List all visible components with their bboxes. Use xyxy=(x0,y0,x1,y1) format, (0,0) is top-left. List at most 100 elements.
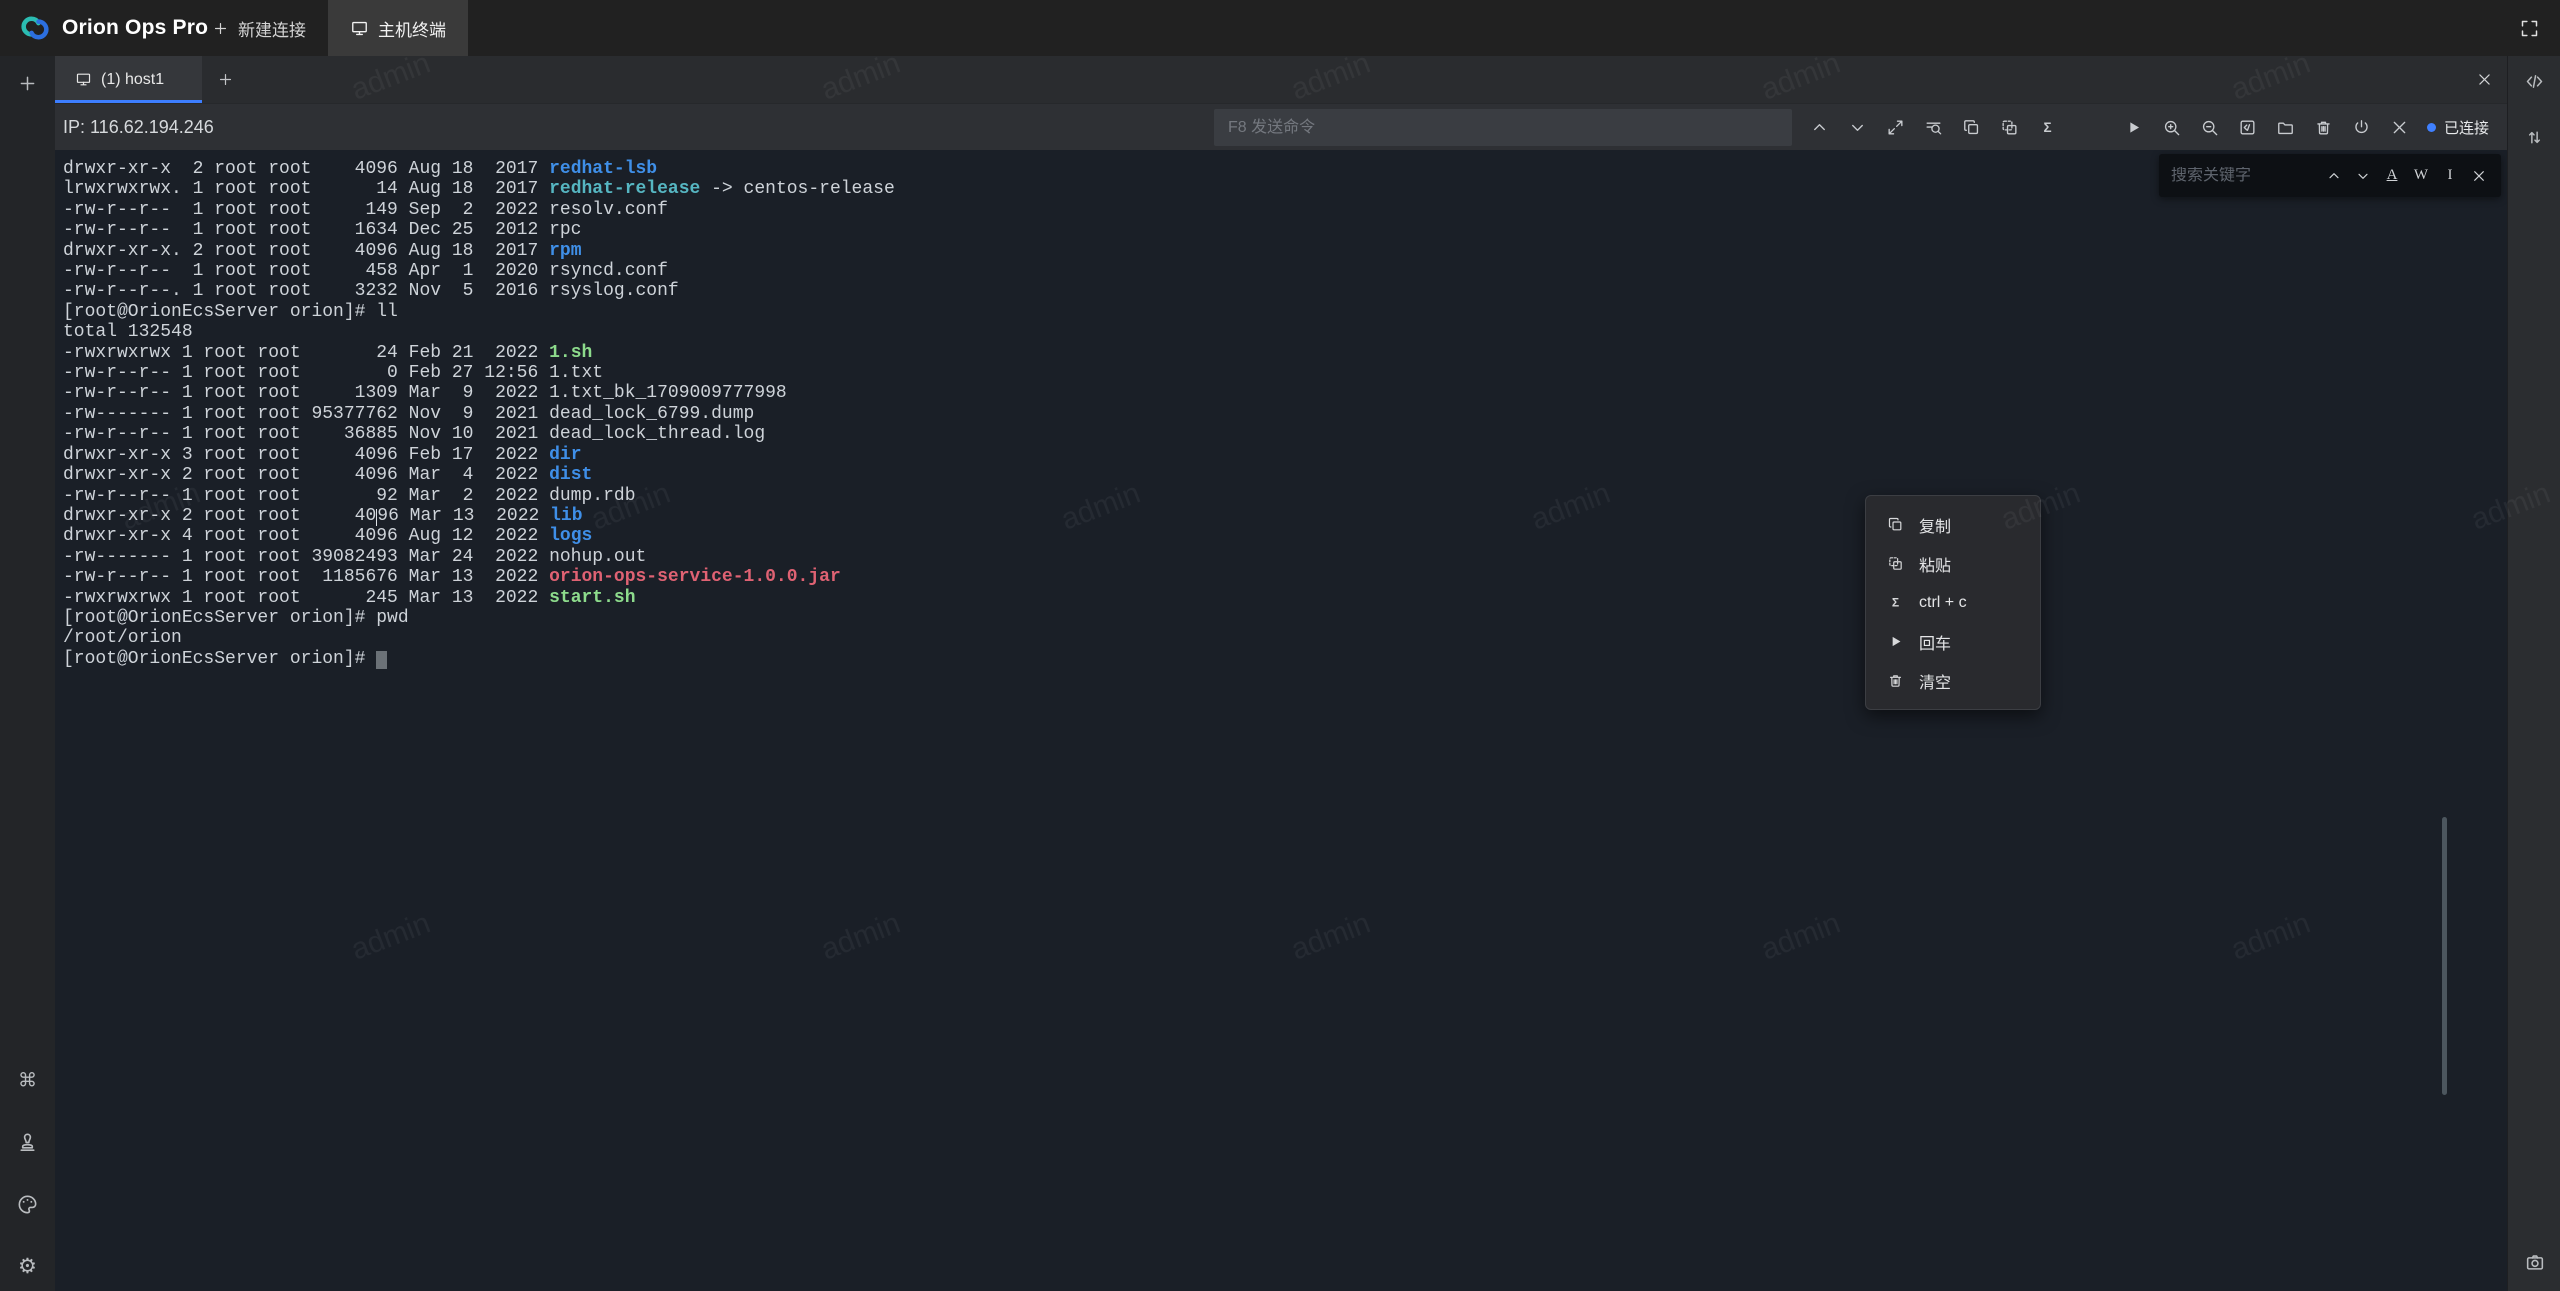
svg-text:⚙: ⚙ xyxy=(18,1255,37,1278)
seal-button[interactable] xyxy=(13,1127,43,1157)
close-icon xyxy=(2471,168,2487,184)
swap-vert-icon xyxy=(2524,127,2545,148)
status-dot-icon xyxy=(2427,123,2436,132)
settings-button[interactable]: ⚙ xyxy=(13,1251,43,1281)
terminal-output: drwxr-xr-x 2 root root 4096 Aug 18 2017 … xyxy=(55,150,2507,669)
connection-status: 已连接 xyxy=(2427,117,2489,138)
toolbar-folder-button[interactable] xyxy=(2273,116,2297,140)
close-terminal-button[interactable] xyxy=(2461,56,2507,103)
menu-item-label: 复制 xyxy=(1919,513,1951,537)
trash-icon xyxy=(1886,672,1904,690)
search-overlay: AWI xyxy=(2159,154,2501,197)
toolbar-power-button[interactable] xyxy=(2349,116,2373,140)
command-icon: ⌘ xyxy=(16,1069,39,1092)
nav-item-host-terminal[interactable]: 主机终端 xyxy=(328,0,468,56)
new-tab-button[interactable] xyxy=(202,56,248,103)
play-icon xyxy=(1886,633,1904,651)
terminal-line: -rw------- 1 root root 39082493 Mar 24 2… xyxy=(63,547,2507,567)
play-icon xyxy=(2124,118,2143,137)
shortcuts-button[interactable]: ⌘ xyxy=(13,1065,43,1095)
new-session-button[interactable] xyxy=(13,68,43,98)
terminal-line: /root/orion xyxy=(63,628,2507,648)
context-menu: 复制粘贴 Σctrl + c 回车清空 xyxy=(1865,495,2041,710)
toolbar-paste-button[interactable] xyxy=(1997,116,2021,140)
plus-icon xyxy=(212,20,229,37)
toolbar-zoom-out-button[interactable] xyxy=(2197,116,2221,140)
close-icon xyxy=(2476,71,2493,88)
context-menu-item-copy[interactable]: 复制 xyxy=(1866,505,2040,544)
toolbar-copy-button[interactable] xyxy=(1959,116,1983,140)
terminal-line: drwxr-xr-x 4 root root 4096 Aug 12 2022 … xyxy=(63,526,2507,546)
terminal-line: drwxr-xr-x 3 root root 4096 Feb 17 2022 … xyxy=(63,445,2507,465)
search-find-next-button[interactable] xyxy=(2353,165,2373,187)
screenshot-button[interactable] xyxy=(2520,1247,2550,1277)
terminal-line: drwxr-xr-x. 2 root root 4096 Aug 18 2017… xyxy=(63,241,2507,261)
menu-item-label: 粘贴 xyxy=(1919,552,1951,576)
right-strip xyxy=(2507,56,2560,1291)
trash-icon xyxy=(2314,118,2333,137)
terminal-line: -rwxrwxrwx 1 root root 24 Feb 21 2022 1.… xyxy=(63,343,2507,363)
toolbar-search-list-button[interactable] xyxy=(1921,116,1945,140)
fullscreen-icon xyxy=(2519,18,2540,39)
search-input[interactable] xyxy=(2171,167,2324,185)
toolbar-close-button[interactable] xyxy=(2387,116,2411,140)
close-icon xyxy=(2390,118,2409,137)
context-menu-item-clear[interactable]: 清空 xyxy=(1866,661,2040,700)
context-menu-item-paste[interactable]: 粘贴 xyxy=(1866,544,2040,583)
terminal-line: -rw------- 1 root root 95377762 Nov 9 20… xyxy=(63,404,2507,424)
search-find-previous-button[interactable] xyxy=(2324,165,2344,187)
search-regex-button[interactable]: I xyxy=(2440,165,2460,187)
theme-button[interactable] xyxy=(13,1189,43,1219)
toolbar-expand-button[interactable] xyxy=(1883,116,1907,140)
context-menu-item-enter[interactable]: 回车 xyxy=(1866,622,2040,661)
tab-host1[interactable]: (1) host1 xyxy=(55,56,202,103)
toolbar-sigma-button[interactable]: Σ xyxy=(2035,116,2059,140)
terminal-scrollbar[interactable] xyxy=(2442,817,2447,1095)
chevron-down-icon xyxy=(2355,168,2371,184)
nav-item-new-connection[interactable]: 新建连接 xyxy=(190,0,328,56)
menu-item-label: 清空 xyxy=(1919,669,1951,693)
palette-icon xyxy=(16,1193,39,1216)
code-box-icon xyxy=(2238,118,2257,137)
terminal-line: [root@OrionEcsServer orion]# pwd xyxy=(63,608,2507,628)
fullscreen-button[interactable] xyxy=(2519,0,2560,56)
monitor-icon xyxy=(350,19,369,38)
command-input[interactable] xyxy=(1214,109,1792,146)
folder-icon xyxy=(2276,118,2295,137)
swap-lines-button[interactable] xyxy=(2520,122,2550,152)
context-menu-item-ctrl-c[interactable]: Σctrl + c xyxy=(1866,583,2040,622)
terminal-line: -rw-r--r-- 1 root root 36885 Nov 10 2021… xyxy=(63,424,2507,444)
search-match-case-button[interactable]: A xyxy=(2382,165,2402,187)
toolbar-zoom-in-button[interactable] xyxy=(2159,116,2183,140)
zoom-in-icon xyxy=(2162,118,2181,137)
paste-icon xyxy=(1886,555,1904,573)
terminal-line: drwxr-xr-x 2 root root 4096 Mar 4 2022 d… xyxy=(63,465,2507,485)
toolbar-play-button[interactable] xyxy=(2121,116,2145,140)
code-panel-button[interactable] xyxy=(2520,66,2550,96)
terminal-line: drwxr-xr-x 2 root root 4096 Mar 13 2022 … xyxy=(63,506,2507,526)
search-list-icon xyxy=(1924,118,1943,137)
search-close-search-button[interactable] xyxy=(2469,165,2489,187)
terminal-view[interactable]: drwxr-xr-x 2 root root 4096 Aug 18 2017 … xyxy=(55,150,2507,1291)
left-sidebar: ⌘⚙ xyxy=(0,56,55,1291)
toolbar-chevron-down-button[interactable] xyxy=(1845,116,1869,140)
terminal-line: [root@OrionEcsServer orion]# xyxy=(63,649,2507,669)
terminal-line: [root@OrionEcsServer orion]# ll xyxy=(63,302,2507,322)
sigma-icon: Σ xyxy=(2038,118,2057,137)
app-title: Orion Ops Pro xyxy=(62,16,208,40)
toolbar-trash-button[interactable] xyxy=(2311,116,2335,140)
menu-item-label: ctrl + c xyxy=(1919,594,1967,612)
toolbar-code-box-button[interactable] xyxy=(2235,116,2259,140)
search-whole-word-button[interactable]: W xyxy=(2411,165,2431,187)
copy-icon xyxy=(1962,118,1981,137)
code-icon xyxy=(2524,71,2545,92)
zoom-out-icon xyxy=(2200,118,2219,137)
terminal-line: total 132548 xyxy=(63,322,2507,342)
terminal-line: -rw-r--r-- 1 root root 1634 Dec 25 2012 … xyxy=(63,220,2507,240)
plus-icon xyxy=(17,73,38,94)
svg-text:Σ: Σ xyxy=(1891,595,1898,609)
toolbar-chevron-up-button[interactable] xyxy=(1807,116,1831,140)
terminal-cursor xyxy=(376,651,387,669)
menu-item-label: 回车 xyxy=(1919,630,1951,654)
terminal-line: -rw-r--r-- 1 root root 149 Sep 2 2022 re… xyxy=(63,200,2507,220)
